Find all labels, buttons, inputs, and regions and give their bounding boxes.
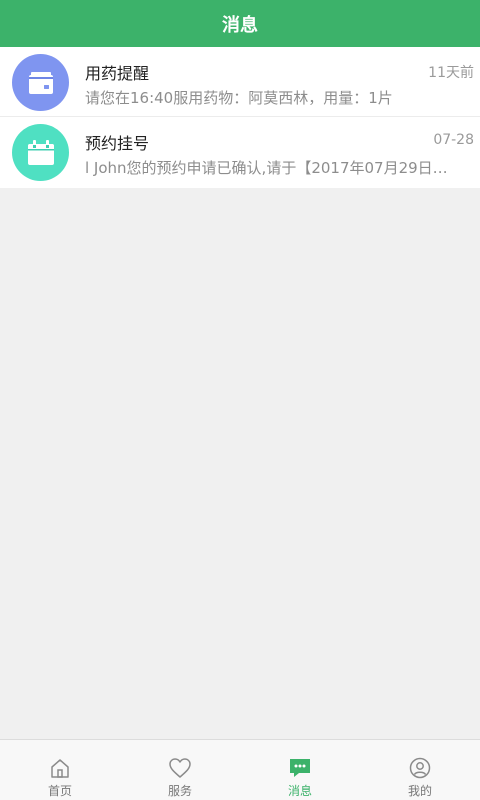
tab-label: 首页 bbox=[47, 784, 72, 798]
tab-label: 我的 bbox=[407, 784, 432, 798]
message-title: 预约挂号 bbox=[85, 134, 150, 153]
top-bar: 消息 bbox=[0, 0, 480, 47]
tab-label: 消息 bbox=[287, 784, 312, 798]
message-item-appointment[interactable]: 预约挂号 07-28 l John您的预约申请已确认,请于【2017年07月29… bbox=[0, 117, 480, 188]
tab-message[interactable]: 消息 bbox=[240, 740, 360, 800]
message-title: 用药提醒 bbox=[85, 64, 150, 83]
medicine-box-icon bbox=[12, 54, 69, 111]
message-preview: l John您的预约申请已确认,请于【2017年07月29日… bbox=[85, 159, 448, 177]
message-item-medication-reminder[interactable]: 用药提醒 11天前 请您在16:40服用药物：阿莫西林，用量：1片 bbox=[0, 47, 480, 117]
message-time: 07-28 bbox=[433, 132, 474, 148]
page-title: 消息 bbox=[222, 14, 258, 36]
tab-service[interactable]: 服务 bbox=[120, 740, 240, 800]
heart-icon bbox=[168, 756, 192, 780]
home-icon bbox=[48, 756, 72, 780]
tab-label: 服务 bbox=[167, 784, 192, 798]
calendar-icon bbox=[12, 124, 69, 181]
message-list: 用药提醒 11天前 请您在16:40服用药物：阿莫西林，用量：1片 预约挂号 0… bbox=[0, 47, 480, 188]
tab-home[interactable]: 首页 bbox=[0, 740, 120, 800]
message-time: 11天前 bbox=[428, 65, 474, 81]
message-preview: 请您在16:40服用药物：阿莫西林，用量：1片 bbox=[85, 89, 393, 107]
tab-mine[interactable]: 我的 bbox=[360, 740, 480, 800]
bottom-tab-bar: 首页 服务 消息 我的 bbox=[0, 739, 480, 800]
message-icon bbox=[288, 756, 312, 780]
user-icon bbox=[408, 756, 432, 780]
